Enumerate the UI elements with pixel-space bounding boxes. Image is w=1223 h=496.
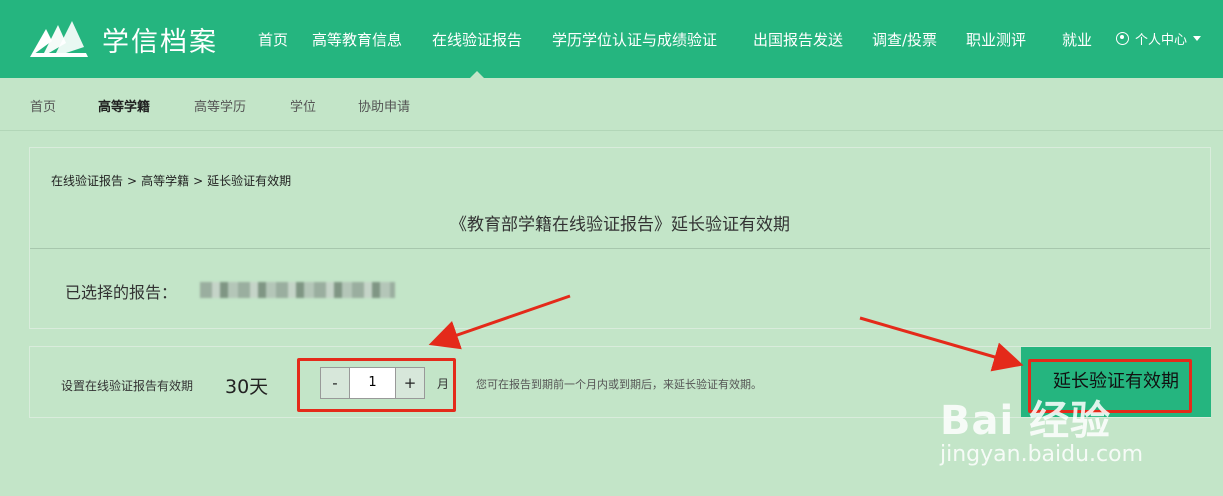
selected-report-label: 已选择的报告： <box>65 283 178 302</box>
site-logo[interactable]: 学信档案 <box>28 18 218 60</box>
sub-navigation: 首页 高等学籍 高等学历 学位 协助申请 <box>0 78 1223 131</box>
nav-employment[interactable]: 就业 <box>1062 29 1092 50</box>
breadcrumb: 在线验证报告 > 高等学籍 > 延长验证有效期 <box>51 172 291 189</box>
extension-hint: 您可在报告到期前一个月内或到期后，来延长验证有效期。 <box>476 378 762 391</box>
breadcrumb-online-report[interactable]: 在线验证报告 <box>51 174 123 188</box>
report-panel: 在线验证报告 > 高等学籍 > 延长验证有效期 《教育部学籍在线验证报告》延长验证有效期… <box>29 147 1211 329</box>
watermark-url: jingyan.baidu.com <box>940 442 1144 467</box>
nav-home[interactable]: 首页 <box>258 29 288 50</box>
breadcrumb-higher-enrollment[interactable]: 高等学籍 <box>141 174 189 188</box>
breadcrumb-current: 延长验证有效期 <box>207 174 292 188</box>
divider <box>30 248 1210 249</box>
nav-online-verification-report[interactable]: 在线验证报告 <box>432 29 522 78</box>
user-center-label: 个人中心 <box>1135 33 1188 48</box>
user-icon <box>1116 32 1129 45</box>
nav-higher-education-info[interactable]: 高等教育信息 <box>312 29 402 50</box>
validity-setting-label: 设置在线验证报告有效期 <box>61 379 194 393</box>
nav-degree-certification[interactable]: 学历学位认证与成绩验证 <box>552 29 717 50</box>
logo-icon <box>30 21 88 57</box>
subnav-degree[interactable]: 学位 <box>290 96 316 115</box>
annotation-box-stepper <box>297 358 456 412</box>
top-header: 学信档案 首页 高等教育信息 在线验证报告 学历学位认证与成绩验证 出国报告发送… <box>0 0 1223 78</box>
subnav-home[interactable]: 首页 <box>30 96 56 115</box>
logo-text: 学信档案 <box>102 26 218 58</box>
subnav-higher-enrollment[interactable]: 高等学籍 <box>98 96 150 115</box>
page-title: 《教育部学籍在线验证报告》延长验证有效期 <box>450 215 790 235</box>
subnav-higher-degree[interactable]: 高等学历 <box>194 96 246 115</box>
watermark-main: Bai 经验 <box>940 398 1112 444</box>
breadcrumb-separator: > <box>193 174 204 188</box>
nav-overseas-report[interactable]: 出国报告发送 <box>753 29 843 50</box>
user-center-menu[interactable]: 个人中心 <box>1116 29 1202 48</box>
subnav-assist-apply[interactable]: 协助申请 <box>358 96 410 115</box>
validity-days: 30天 <box>225 376 269 398</box>
chevron-down-icon <box>1193 36 1202 41</box>
nav-survey-vote[interactable]: 调查/投票 <box>872 29 937 50</box>
breadcrumb-separator: > <box>127 174 138 188</box>
selected-report-value-blurred <box>200 282 395 298</box>
nav-career-assessment[interactable]: 职业测评 <box>966 29 1026 50</box>
baidu-jingyan-watermark: Bai 经验 jingyan.baidu.com <box>940 388 1143 467</box>
